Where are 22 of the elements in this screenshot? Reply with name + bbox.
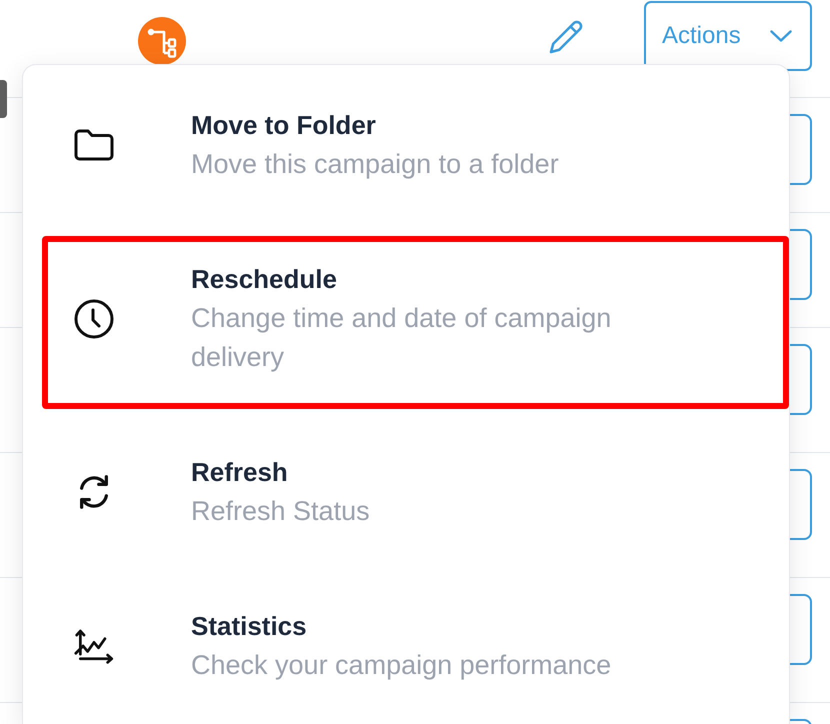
row-action-button[interactable] [790,469,812,540]
menu-item[interactable]: Statistics Check your campaign performance [42,583,789,717]
menu-item-title: Refresh [191,456,288,489]
row-action-button[interactable] [790,344,812,415]
line-chart-icon [74,628,114,664]
row-action-button[interactable] [790,114,812,185]
menu-item-title: Move to Folder [191,109,376,142]
chevron-down-icon [770,30,792,42]
clock-icon [74,298,114,338]
menu-item-description: Refresh Status [191,495,370,528]
row-action-button[interactable] [790,229,812,300]
menu-item-description: Change time and date of campaign delivery [191,302,612,374]
row-action-button[interactable] [790,594,812,665]
menu-item[interactable]: Refresh Refresh Status [42,429,789,563]
menu-item[interactable]: Reschedule Change time and date of campaign delivery [42,236,789,409]
menu-item-description: Move this campaign to a folder [191,148,559,181]
menu-item[interactable]: Move to Folder Move this campaign to a folder [42,82,789,216]
menu-item-title: Statistics [191,610,307,643]
menu-item-title: Reschedule [191,263,337,296]
folder-icon [74,129,114,161]
menu-item-description: Check your campaign performance [191,649,612,682]
edit-icon[interactable] [548,19,584,55]
